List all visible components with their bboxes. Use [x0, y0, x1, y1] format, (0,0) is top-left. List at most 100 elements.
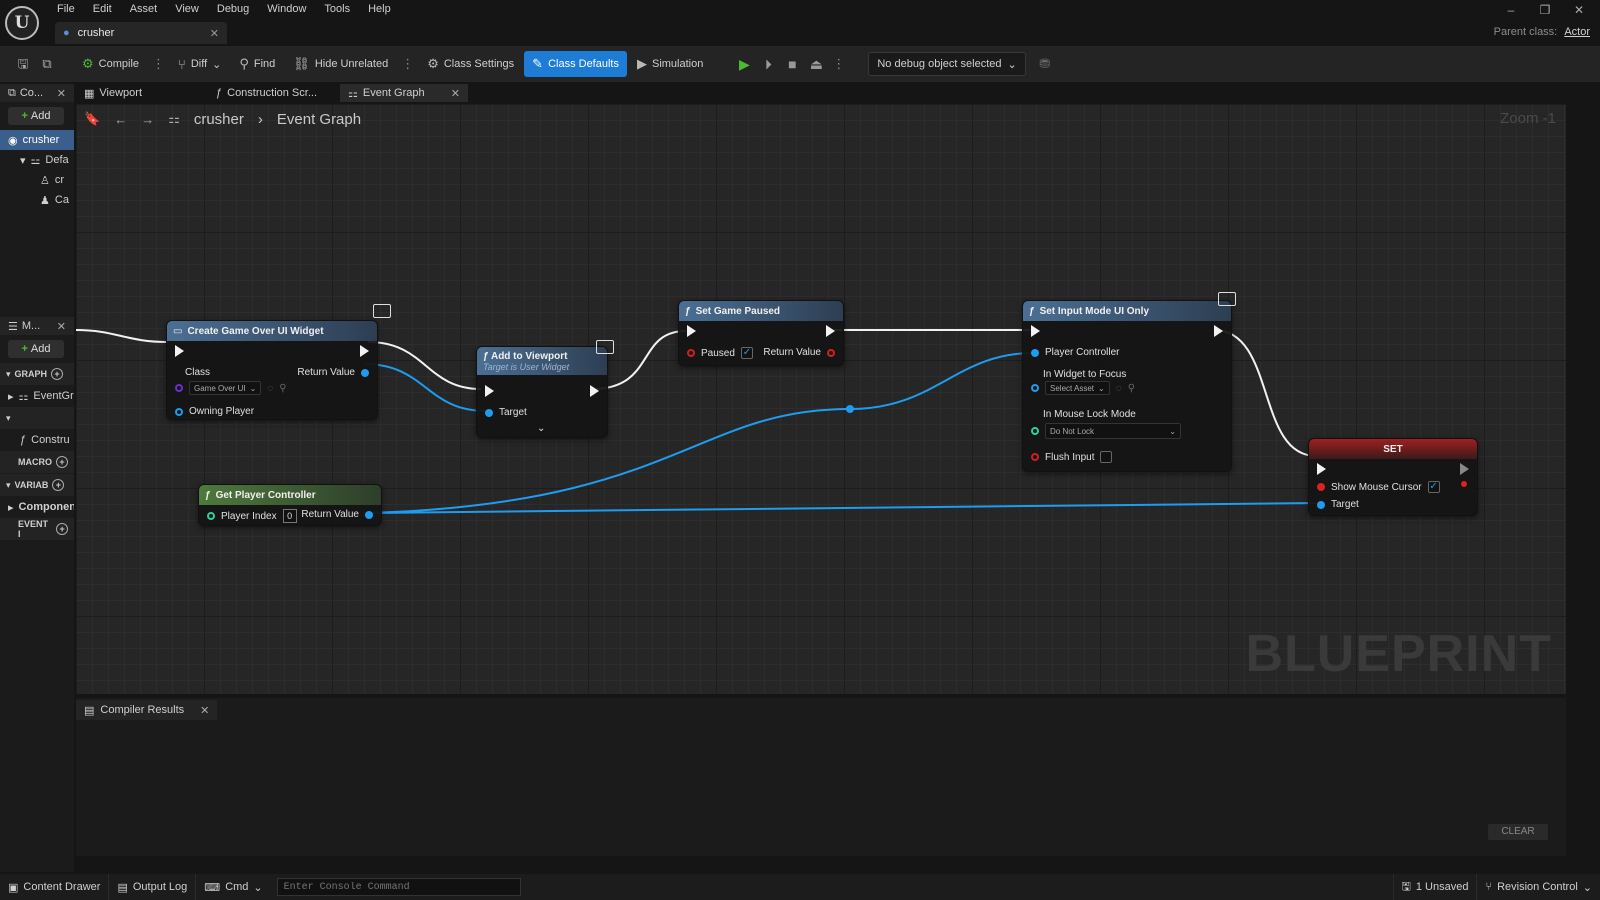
- tree-item-components[interactable]: ▸ Components: [0, 497, 74, 517]
- node-get-player-controller[interactable]: ƒ Get Player Controller Player Index 0 R…: [198, 484, 382, 526]
- menu-tools[interactable]: Tools: [315, 0, 359, 20]
- target-pin[interactable]: Target: [485, 407, 527, 418]
- owning-player-pin[interactable]: Owning Player: [175, 406, 254, 417]
- minimize-button[interactable]: –: [1494, 0, 1528, 20]
- node-set-input-mode[interactable]: ƒ Set Input Mode UI Only Player Controll…: [1022, 300, 1232, 472]
- return-value-pin[interactable]: Return Value: [763, 347, 835, 358]
- graphs-section[interactable]: ▾ GRAPH +: [0, 363, 74, 385]
- browse-icon[interactable]: ◌: [267, 383, 273, 394]
- exec-out-pin[interactable]: [360, 345, 369, 357]
- stop-icon[interactable]: ■: [781, 51, 803, 77]
- tab-viewport[interactable]: ▦ Viewport: [76, 84, 206, 102]
- cmd-select[interactable]: ⌨ Cmd ⌄: [196, 874, 270, 900]
- add-macro-icon[interactable]: +: [56, 456, 68, 468]
- add-member-button[interactable]: + Add: [8, 340, 64, 358]
- event-graph-canvas[interactable]: 🔖 ← → ⚏ crusher › Event Graph Zoom -1 BL…: [76, 104, 1566, 694]
- node-set-show-mouse-cursor[interactable]: SET Show Mouse Cursor ✓ Target: [1308, 438, 1478, 516]
- class-settings-button[interactable]: ⚙ Class Settings: [419, 51, 522, 77]
- add-event-dispatcher-icon[interactable]: +: [56, 523, 68, 535]
- show-mouse-cursor-checkbox[interactable]: ✓: [1427, 481, 1440, 493]
- node-create-widget[interactable]: ▭ Create Game Over UI Widget Class Game …: [166, 320, 378, 420]
- debug-object-select[interactable]: No debug object selected ⌄: [868, 52, 1026, 76]
- node-add-to-viewport[interactable]: ƒ Add to Viewport Target is User Widget …: [476, 346, 608, 438]
- close-icon[interactable]: ✕: [210, 27, 219, 40]
- content-drawer-button[interactable]: ▣ Content Drawer: [0, 874, 110, 900]
- event-dispatchers-section[interactable]: EVENT I +: [0, 518, 74, 540]
- unreal-logo-icon[interactable]: U: [5, 6, 39, 40]
- advanced-expand[interactable]: ⌄: [537, 423, 545, 434]
- menu-asset[interactable]: Asset: [121, 0, 167, 20]
- mouse-lock-dropdown[interactable]: Do Not Lock ⌄: [1045, 423, 1181, 439]
- exec-in-pin[interactable]: [687, 325, 696, 337]
- tree-item-camera[interactable]: ♟ Ca: [0, 190, 74, 210]
- return-value-pin[interactable]: Return Value: [297, 367, 369, 378]
- class-select[interactable]: Game Over UI ⌄: [189, 381, 262, 395]
- browse-icon[interactable]: ⧉: [36, 53, 58, 75]
- exec-in-pin[interactable]: [485, 385, 494, 397]
- debug-filter-icon[interactable]: ⛃: [1034, 53, 1056, 75]
- more-options-icon[interactable]: ⋮: [398, 56, 417, 72]
- close-icon[interactable]: ✕: [200, 704, 209, 717]
- add-component-button[interactable]: + Add: [8, 107, 64, 125]
- exec-out-pin[interactable]: [1460, 463, 1469, 475]
- components-tab[interactable]: ⧉ Co... ✕: [0, 84, 74, 102]
- player-controller-pin[interactable]: Player Controller: [1031, 347, 1119, 358]
- browse-icon[interactable]: ◌: [1116, 383, 1122, 394]
- play-icon[interactable]: ▶: [733, 51, 755, 77]
- tree-item-default-scene-root[interactable]: ▾ ⚍ Defa: [0, 150, 74, 170]
- tree-item-construction-script[interactable]: ƒ Constru: [0, 430, 74, 450]
- tree-item-mesh[interactable]: ♙ cr: [0, 170, 74, 190]
- tab-event-graph[interactable]: ⚏ Event Graph ✕: [340, 84, 468, 102]
- widget-focus-pin[interactable]: Select Asset ⌄ ◌ ⚲: [1031, 381, 1135, 395]
- paused-checkbox[interactable]: ✓: [740, 347, 753, 359]
- functions-section[interactable]: ▾: [0, 407, 74, 429]
- compile-options-icon[interactable]: ⋮: [149, 56, 168, 72]
- menu-window[interactable]: Window: [258, 0, 315, 20]
- show-mouse-cursor-out-pin[interactable]: [1461, 481, 1467, 487]
- compiler-results-tab[interactable]: ▤ Compiler Results ✕: [76, 700, 218, 720]
- class-pin[interactable]: Game Over UI ⌄ ◌ ⚲: [175, 381, 287, 395]
- player-index-input[interactable]: 0: [282, 509, 297, 523]
- exec-in-pin[interactable]: [1317, 463, 1326, 475]
- menu-edit[interactable]: Edit: [84, 0, 121, 20]
- exec-in-pin[interactable]: [1031, 325, 1040, 337]
- node-set-game-paused[interactable]: ƒ Set Game Paused Paused ✓ Return Value: [678, 300, 844, 366]
- unsaved-button[interactable]: 🖫 1 Unsaved: [1392, 874, 1478, 900]
- clear-button[interactable]: CLEAR: [1488, 824, 1548, 840]
- play-options-icon[interactable]: ⋮: [829, 56, 848, 72]
- add-graph-icon[interactable]: +: [51, 368, 64, 380]
- save-icon[interactable]: 🖫: [12, 53, 34, 75]
- menu-file[interactable]: File: [48, 0, 84, 20]
- class-defaults-button[interactable]: ✎ Class Defaults: [524, 51, 627, 77]
- show-mouse-cursor-pin[interactable]: Show Mouse Cursor ✓: [1317, 481, 1440, 493]
- my-blueprint-tab[interactable]: ☰ M... ✕: [0, 317, 74, 335]
- document-tab-crusher[interactable]: ● crusher ✕: [55, 22, 227, 44]
- flush-input-checkbox[interactable]: [1100, 451, 1113, 463]
- close-icon[interactable]: ✕: [57, 320, 66, 333]
- find-button[interactable]: ⚲ Find: [231, 51, 283, 77]
- compile-button[interactable]: ⚙ Compile: [74, 51, 147, 77]
- menu-help[interactable]: Help: [359, 0, 400, 20]
- search-icon[interactable]: ⚲: [279, 383, 286, 394]
- search-icon[interactable]: ⚲: [1128, 383, 1135, 394]
- revision-control-button[interactable]: ⑂ Revision Control ⌄: [1477, 874, 1600, 900]
- close-icon[interactable]: ✕: [451, 87, 460, 100]
- hide-unrelated-button[interactable]: ⛓ Hide Unrelated: [285, 51, 396, 77]
- menu-debug[interactable]: Debug: [208, 0, 258, 20]
- tree-item-event-graph[interactable]: ▸ ⚏ EventGr: [0, 386, 74, 406]
- exec-out-pin[interactable]: [590, 385, 599, 397]
- select-asset-dropdown[interactable]: Select Asset ⌄: [1045, 381, 1110, 395]
- exec-out-pin[interactable]: [1214, 325, 1223, 337]
- player-index-pin[interactable]: Player Index 0: [207, 509, 297, 523]
- flush-input-pin[interactable]: Flush Input: [1031, 451, 1113, 463]
- wire-reroute-point[interactable]: [846, 405, 854, 413]
- simulation-button[interactable]: ▶ Simulation: [629, 51, 711, 77]
- close-icon[interactable]: ✕: [57, 87, 66, 100]
- diff-button[interactable]: ⑂ Diff ⌄: [170, 51, 229, 77]
- variables-section[interactable]: ▾ VARIAB +: [0, 474, 74, 496]
- return-value-pin[interactable]: Return Value: [301, 509, 373, 520]
- exec-out-pin[interactable]: [826, 325, 835, 337]
- step-icon[interactable]: ⏵: [757, 51, 779, 77]
- eject-icon[interactable]: ⏏: [805, 51, 827, 77]
- paused-pin[interactable]: Paused ✓: [687, 347, 753, 359]
